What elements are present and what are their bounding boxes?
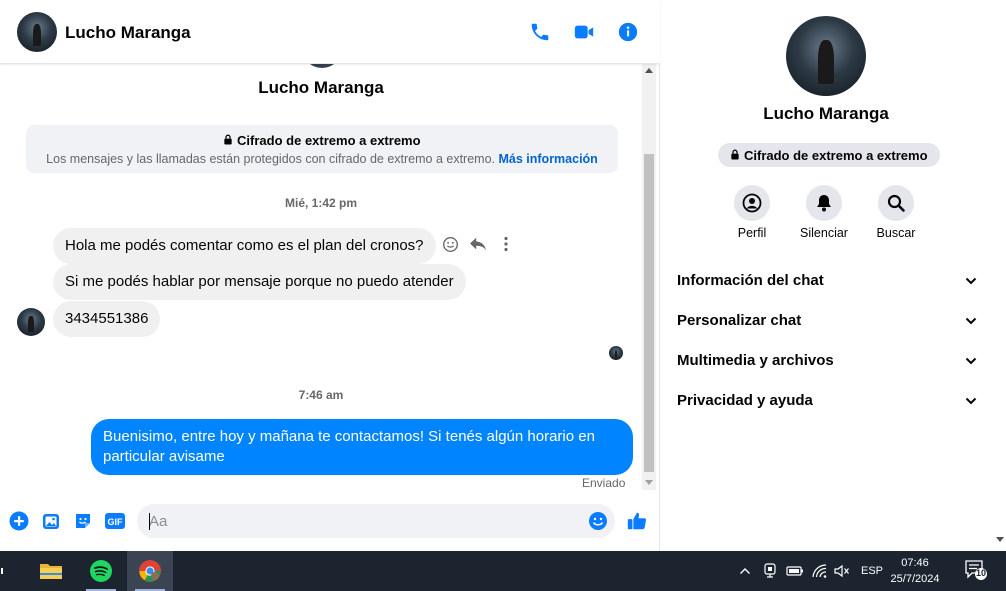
mute-label: Silenciar (800, 226, 848, 240)
scroll-thumb[interactable] (644, 154, 654, 472)
like-thumbs-up-icon[interactable] (626, 510, 648, 532)
scroll-down-arrow-icon[interactable] (996, 537, 1004, 542)
message-status: Enviado (582, 476, 626, 490)
scroll-down-arrow-icon[interactable] (645, 480, 653, 485)
contact-name[interactable]: Lucho Maranga (65, 23, 191, 43)
text-caret (149, 513, 150, 530)
chevron-down-icon (965, 272, 977, 289)
encryption-description: Los mensajes y las llamadas están proteg… (46, 152, 496, 166)
window-scrollbar[interactable] (996, 0, 1006, 551)
encryption-badge[interactable]: Cifrado de extremo a extremo (718, 143, 940, 167)
contact-avatar[interactable] (17, 12, 57, 52)
notifications-icon[interactable]: 10 (962, 560, 990, 580)
message-bubble[interactable]: 3434551386 (53, 301, 161, 337)
search-label: Buscar (876, 226, 916, 240)
lock-icon (223, 133, 233, 148)
wifi-icon[interactable] (810, 561, 830, 581)
profile-avatar[interactable] (786, 16, 866, 96)
phone-call-icon[interactable] (528, 20, 552, 44)
react-emoji-icon[interactable] (441, 235, 459, 253)
system-clock[interactable]: 07:46 25/7/2024 (880, 555, 950, 587)
encryption-title: Cifrado de extremo a extremo (237, 133, 421, 148)
emoji-icon[interactable] (587, 510, 609, 532)
message-input[interactable] (137, 504, 557, 538)
notification-count: 10 (975, 568, 986, 578)
gif-icon[interactable]: GIF (104, 510, 126, 532)
chevron-down-icon (965, 352, 977, 369)
reply-icon[interactable] (469, 235, 487, 253)
clock-date: 25/7/2024 (890, 573, 940, 585)
chevron-down-icon (965, 392, 977, 409)
chat-header: Lucho Maranga (0, 0, 660, 64)
messenger-app: Lucho Maranga Lucho Maranga Cifrado de e… (0, 0, 1006, 551)
profile-label: Perfil (737, 226, 767, 240)
timestamp: Mié, 1:42 pm (284, 196, 358, 210)
message-bubble[interactable]: Hola me podés comentar como es el plan d… (53, 228, 436, 264)
conversation-avatar (302, 64, 342, 68)
message-input-wrapper[interactable] (137, 504, 615, 538)
encryption-notice: Cifrado de extremo a extremo Los mensaje… (26, 125, 618, 173)
composer: GIF (0, 498, 660, 544)
section-privacy-help[interactable]: Privacidad y ayuda (677, 388, 977, 412)
chat-info-sidebar: Lucho Maranga Cifrado de extremo a extre… (661, 0, 1006, 551)
scroll-up-arrow-icon[interactable] (645, 68, 653, 73)
more-options-icon[interactable] (497, 235, 515, 253)
profile-name: Lucho Maranga (763, 104, 889, 123)
clock-time: 07:46 (901, 557, 929, 569)
profile-icon (734, 185, 770, 221)
file-explorer-icon[interactable] (28, 551, 74, 591)
encryption-badge-label: Cifrado de extremo a extremo (744, 147, 928, 163)
spotify-icon[interactable] (78, 551, 124, 591)
sticker-icon[interactable] (72, 510, 94, 532)
info-icon[interactable] (616, 20, 640, 44)
lock-icon (730, 148, 740, 163)
search-button[interactable]: Buscar (861, 185, 931, 240)
message-bubble-outgoing[interactable]: Buenisimo, entre hoy y mañana te contact… (91, 419, 633, 475)
scrollbar[interactable] (642, 64, 656, 490)
more-info-link[interactable]: Más información (499, 152, 598, 166)
task-view-icon[interactable] (0, 551, 14, 591)
section-customize-chat[interactable]: Personalizar chat (677, 308, 977, 332)
chat-panel: Lucho Maranga Lucho Maranga Cifrado de e… (0, 0, 660, 551)
section-chat-info[interactable]: Información del chat (677, 268, 977, 292)
taskbar: ESP 07:46 25/7/2024 10 (0, 551, 1006, 591)
volume-muted-icon[interactable] (832, 561, 852, 581)
plus-icon[interactable] (8, 510, 30, 532)
profile-button[interactable]: Perfil (717, 185, 787, 240)
search-icon (878, 185, 914, 221)
svg-text:GIF: GIF (108, 517, 124, 527)
message-bubble[interactable]: Si me podés hablar por mensaje porque no… (53, 264, 466, 300)
battery-icon[interactable] (785, 561, 805, 581)
chrome-icon[interactable] (127, 551, 173, 591)
gallery-icon[interactable] (40, 510, 62, 532)
mute-button[interactable]: Silenciar (789, 185, 859, 240)
message-list[interactable]: Lucho Maranga Cifrado de extremo a extre… (0, 64, 642, 490)
seen-indicator-avatar (609, 346, 623, 360)
chevron-down-icon (965, 312, 977, 329)
video-call-icon[interactable] (572, 20, 596, 44)
conversation-name: Lucho Maranga (258, 78, 384, 97)
chevron-up-icon[interactable] (736, 561, 754, 581)
message-actions (441, 235, 515, 253)
timestamp: 7:46 am (298, 388, 344, 402)
section-media-files[interactable]: Multimedia y archivos (677, 348, 977, 372)
sender-avatar[interactable] (17, 308, 45, 336)
bell-icon (806, 185, 842, 221)
meet-now-icon[interactable] (761, 561, 779, 581)
